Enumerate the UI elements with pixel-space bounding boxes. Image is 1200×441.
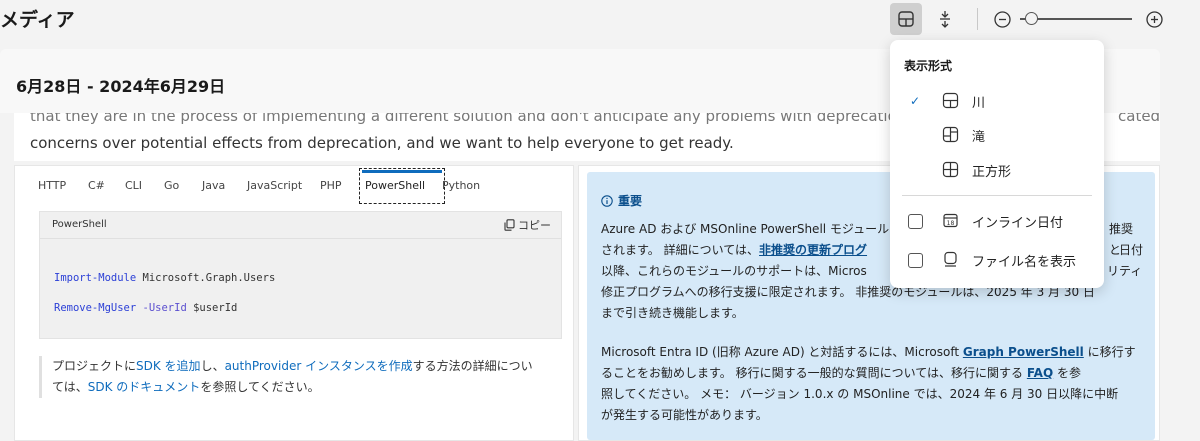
expand-vertical-icon (940, 11, 950, 28)
app-window: メディア 6月28日 - 2024年6月29日 that they are in… (0, 0, 1200, 441)
code-line-2: Remove-MgUser -UserId $userId (54, 302, 237, 314)
option-inline-date[interactable]: 18 インライン日付 (890, 204, 1104, 238)
note-text: する方法の詳細につい (412, 359, 533, 373)
menu-item-label: 正方形 (972, 164, 1012, 180)
important-paragraph-2: Microsoft Entra ID (旧称 Azure AD) と対話するには… (601, 342, 1143, 426)
tab-go[interactable]: Go (164, 179, 179, 192)
para-text: Microsoft Entra ID (旧称 Azure AD) と対話するには… (601, 345, 963, 359)
tab-javascript[interactable]: JavaScript (247, 179, 302, 192)
code-language-label: PowerShell (52, 219, 107, 230)
article-faded-tail: cated (1118, 113, 1160, 125)
tab-python[interactable]: Python (442, 179, 480, 192)
para-text: まで引き続き機能します。 (601, 306, 744, 320)
para-text: が発生する可能性があります。 (601, 408, 768, 422)
view-format-menu: 表示形式 ✓ 川 滝 正方形 18 インライン日付 ファイル名を表示 (890, 40, 1104, 288)
layout-icon (898, 11, 914, 27)
code-argument: Microsoft.Graph.Users (136, 272, 276, 284)
important-title-text: 重要 (618, 194, 643, 208)
code-parameter: -UserId (136, 302, 187, 314)
tab-java[interactable]: Java (202, 179, 225, 192)
code-argument: $userId (186, 302, 238, 314)
tab-cli[interactable]: CLI (125, 179, 142, 192)
tab-php[interactable]: PHP (320, 179, 342, 192)
code-command: Import-Module (54, 272, 137, 284)
code-sample-panel: HTTP C# CLI Go Java JavaScript PHP Power… (14, 165, 574, 441)
para-text: ることをお勧めします。 移行に関する一般的な質問については、移行に関する (601, 366, 1027, 380)
auth-provider-link[interactable]: authProvider インスタンスを作成 (225, 359, 413, 373)
river-layout-icon (942, 92, 959, 109)
para-text: 以降、これらのモジュールのサポートは、Micros (601, 264, 867, 278)
menu-item-waterfall[interactable]: 滝 (890, 118, 1104, 152)
para-text: に移行す (1083, 345, 1136, 359)
menu-title: 表示形式 (904, 59, 953, 73)
menu-separator (902, 195, 1092, 196)
graph-powershell-link[interactable]: Graph PowerShell (963, 345, 1084, 359)
zoom-out-icon[interactable] (994, 11, 1011, 28)
language-tabs: HTTP C# CLI Go Java JavaScript PHP Power… (25, 166, 565, 204)
inline-date-checkbox[interactable] (908, 214, 923, 229)
note-text: し、 (200, 359, 225, 373)
important-title: 重要 (601, 192, 642, 209)
tab-csharp[interactable]: C# (88, 179, 105, 192)
show-file-name-checkbox[interactable] (908, 253, 923, 268)
article-faded-line: that they are in the process of implemen… (30, 113, 912, 125)
copy-button[interactable]: コピー (504, 217, 551, 233)
article-line: concerns over potential effects from dep… (30, 134, 734, 152)
file-name-icon (944, 251, 957, 267)
option-show-file-name[interactable]: ファイル名を表示 (890, 243, 1104, 277)
code-command: Remove-MgUser (54, 302, 137, 314)
code-line-1: Import-Module Microsoft.Graph.Users (54, 272, 275, 284)
menu-item-river[interactable]: ✓ 川 (890, 84, 1104, 118)
square-layout-icon (942, 161, 959, 178)
menu-item-label: インライン日付 (972, 215, 1064, 231)
tab-powershell[interactable]: PowerShell (365, 179, 425, 192)
para-text: Azure AD および MSOnline PowerShell モジュール (601, 222, 890, 236)
layout-button[interactable] (890, 3, 922, 35)
menu-item-label: 川 (972, 95, 986, 111)
sdk-docs-link[interactable]: SDK のドキュメント (88, 380, 201, 394)
tab-http[interactable]: HTTP (38, 179, 66, 192)
menu-item-label: ファイル名を表示 (972, 254, 1077, 270)
para-text: されます。 詳細については、 (601, 243, 760, 257)
date-range-label: 6月28日 - 2024年6月29日 (16, 77, 226, 96)
para-text: 日付 (1119, 243, 1144, 257)
code-block: PowerShell コピー Import-Module Microsoft.G… (39, 211, 562, 339)
para-text: を参 (1053, 366, 1081, 380)
toolbar (860, 0, 1200, 38)
code-block-header: PowerShell コピー (40, 212, 561, 239)
toolbar-divider (977, 8, 978, 30)
zoom-slider-thumb[interactable] (1025, 12, 1038, 25)
add-sdk-link[interactable]: SDK を追加 (136, 359, 201, 373)
checkmark-icon: ✓ (910, 94, 921, 108)
menu-item-label: 滝 (972, 129, 986, 145)
zoom-in-icon[interactable] (1146, 11, 1163, 28)
expand-button[interactable] (929, 3, 961, 35)
faq-link[interactable]: FAQ (1027, 366, 1053, 380)
info-icon (601, 194, 613, 207)
deprecation-updates-link[interactable]: 非推奨の更新プログ (759, 243, 867, 257)
note-text: プロジェクトに (52, 359, 137, 373)
note-text: を参照してください。 (200, 380, 320, 394)
waterfall-layout-icon (942, 126, 959, 143)
page-title: メディア (0, 9, 75, 31)
calendar-icon: 18 (943, 213, 958, 228)
menu-item-square[interactable]: 正方形 (890, 153, 1104, 187)
svg-text:18: 18 (947, 220, 955, 227)
para-text: リティ (1107, 264, 1143, 278)
copy-icon (504, 219, 515, 231)
para-text: 照してください。 メモ： バージョン 1.0.x の MSOnline では、2… (601, 387, 1119, 401)
note-text: ては、 (52, 380, 88, 394)
sdk-note: プロジェクトにSDK を追加し、authProvider インスタンスを作成する… (39, 356, 561, 398)
copy-label: コピー (518, 219, 551, 232)
